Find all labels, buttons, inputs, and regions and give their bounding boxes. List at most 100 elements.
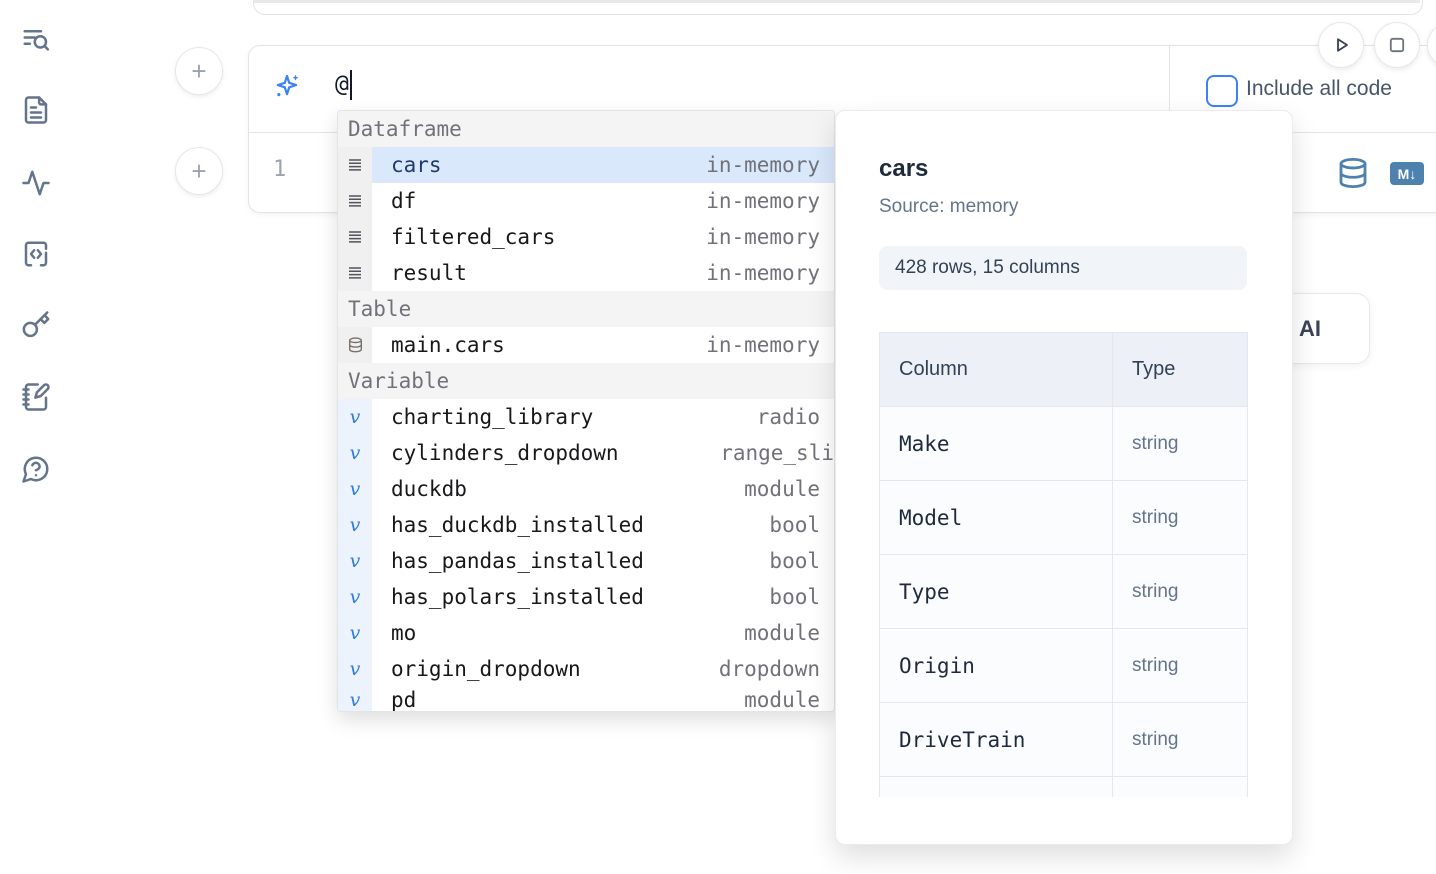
- popup-title: cars: [879, 155, 1292, 183]
- prompt-text: @: [335, 72, 349, 98]
- variable-icon: v: [338, 651, 372, 687]
- section-header-dataframe: Dataframe: [338, 111, 834, 147]
- column-name: Model: [880, 481, 1113, 555]
- key-icon[interactable]: [21, 310, 51, 340]
- column-type: string: [1113, 481, 1248, 555]
- item-name: has_duckdb_installed: [372, 513, 644, 537]
- item-type: bool: [769, 549, 834, 573]
- variable-icon: v: [338, 543, 372, 579]
- item-type: dropdown: [719, 657, 834, 681]
- completion-item-origin-dropdown[interactable]: v origin_dropdown dropdown: [338, 651, 834, 687]
- item-type: range_sli: [720, 441, 834, 465]
- database-icon: [338, 327, 372, 363]
- column-type: string: [1113, 629, 1248, 703]
- column-type: string: [1113, 555, 1248, 629]
- snippets-code-icon[interactable]: [21, 239, 51, 269]
- item-type: in-memory: [706, 153, 834, 177]
- completion-item-has-pandas-installed[interactable]: v has_pandas_installed bool: [338, 543, 834, 579]
- run-cell-button[interactable]: [1318, 22, 1364, 68]
- dataframe-icon: [338, 219, 372, 255]
- notebook-pen-icon[interactable]: [21, 382, 51, 412]
- column-type: [1113, 777, 1248, 798]
- item-name: duckdb: [372, 477, 467, 501]
- schema-row: Make string: [880, 407, 1248, 481]
- activity-icon[interactable]: [21, 168, 51, 198]
- variable-icon: v: [338, 579, 372, 615]
- item-name: cylinders_dropdown: [372, 441, 619, 465]
- markdown-icon[interactable]: M↓: [1390, 162, 1424, 185]
- variable-icon: v: [338, 471, 372, 507]
- item-type: bool: [769, 585, 834, 609]
- item-type: in-memory: [706, 261, 834, 285]
- item-name: origin_dropdown: [372, 657, 581, 681]
- item-name: charting_library: [372, 405, 593, 429]
- schema-table: Column Type Make string Model string Typ…: [879, 332, 1248, 797]
- dataframe-icon: [338, 183, 372, 219]
- completion-item-charting-library[interactable]: v charting_library radio: [338, 399, 834, 435]
- schema-row: Type string: [880, 555, 1248, 629]
- item-name: cars: [372, 153, 442, 177]
- column-name: Origin: [880, 629, 1113, 703]
- item-name: mo: [372, 621, 416, 645]
- stop-button[interactable]: [1374, 22, 1420, 68]
- column-name: [880, 777, 1113, 798]
- schema-row-clipped: [880, 777, 1248, 798]
- column-header: Column: [880, 333, 1113, 407]
- previous-cell-divider: [254, 0, 1420, 3]
- completion-item-main-cars[interactable]: main.cars in-memory: [338, 327, 834, 363]
- type-header: Type: [1113, 333, 1248, 407]
- column-type: string: [1113, 703, 1248, 777]
- text-cursor: [350, 70, 352, 100]
- item-type: radio: [757, 405, 834, 429]
- column-name: Type: [880, 555, 1113, 629]
- ai-prompt-input[interactable]: @: [335, 70, 352, 100]
- section-header-variable: Variable: [338, 363, 834, 399]
- completion-item-has-polars-installed[interactable]: v has_polars_installed bool: [338, 579, 834, 615]
- add-cell-above-button[interactable]: +: [175, 47, 223, 95]
- item-name: pd: [372, 688, 416, 712]
- schema-row: DriveTrain string: [880, 703, 1248, 777]
- completion-item-duckdb[interactable]: v duckdb module: [338, 471, 834, 507]
- dataframe-icon: [338, 255, 372, 291]
- item-name: main.cars: [372, 333, 505, 357]
- include-all-code-checkbox[interactable]: [1206, 75, 1238, 107]
- item-type: module: [744, 477, 834, 501]
- variable-icon: v: [338, 687, 372, 712]
- list-search-icon[interactable]: [21, 25, 51, 55]
- schema-header-row: Column Type: [880, 333, 1248, 407]
- item-type: bool: [769, 513, 834, 537]
- sparkles-ai-icon: [273, 72, 301, 100]
- completion-item-cars[interactable]: cars in-memory: [338, 147, 834, 183]
- item-type: module: [744, 688, 834, 712]
- item-type: in-memory: [706, 333, 834, 357]
- completion-item-cylinders-dropdown[interactable]: v cylinders_dropdown range_sli: [338, 435, 834, 471]
- completion-item-filtered-cars[interactable]: filtered_cars in-memory: [338, 219, 834, 255]
- file-text-icon[interactable]: [21, 95, 51, 125]
- item-name: filtered_cars: [372, 225, 555, 249]
- line-number: 1: [273, 157, 286, 182]
- item-name: has_pandas_installed: [372, 549, 644, 573]
- database-action-icon[interactable]: [1337, 157, 1369, 189]
- include-all-code-label: Include all code: [1246, 77, 1392, 101]
- column-name: Make: [880, 407, 1113, 481]
- completion-item-has-duckdb-installed[interactable]: v has_duckdb_installed bool: [338, 507, 834, 543]
- rows-columns-badge: 428 rows, 15 columns: [879, 246, 1247, 290]
- help-bubble-icon[interactable]: [21, 454, 51, 484]
- completion-item-mo[interactable]: v mo module: [338, 615, 834, 651]
- variable-icon: v: [338, 435, 372, 471]
- popup-source: Source: memory: [879, 196, 1292, 218]
- variable-icon: v: [338, 399, 372, 435]
- item-type: module: [744, 621, 834, 645]
- column-name: DriveTrain: [880, 703, 1113, 777]
- completion-item-df[interactable]: df in-memory: [338, 183, 834, 219]
- column-type: string: [1113, 407, 1248, 481]
- add-cell-below-button[interactable]: +: [175, 147, 223, 195]
- item-type: in-memory: [706, 189, 834, 213]
- dataframe-icon: [338, 147, 372, 183]
- completion-dropdown: Dataframe cars in-memory df in-memory: [337, 110, 835, 712]
- completion-item-pd[interactable]: v pd module: [338, 687, 834, 712]
- schema-row: Model string: [880, 481, 1248, 555]
- ai-card-label: AI: [1299, 316, 1321, 342]
- item-name: has_polars_installed: [372, 585, 644, 609]
- completion-item-result[interactable]: result in-memory: [338, 255, 834, 291]
